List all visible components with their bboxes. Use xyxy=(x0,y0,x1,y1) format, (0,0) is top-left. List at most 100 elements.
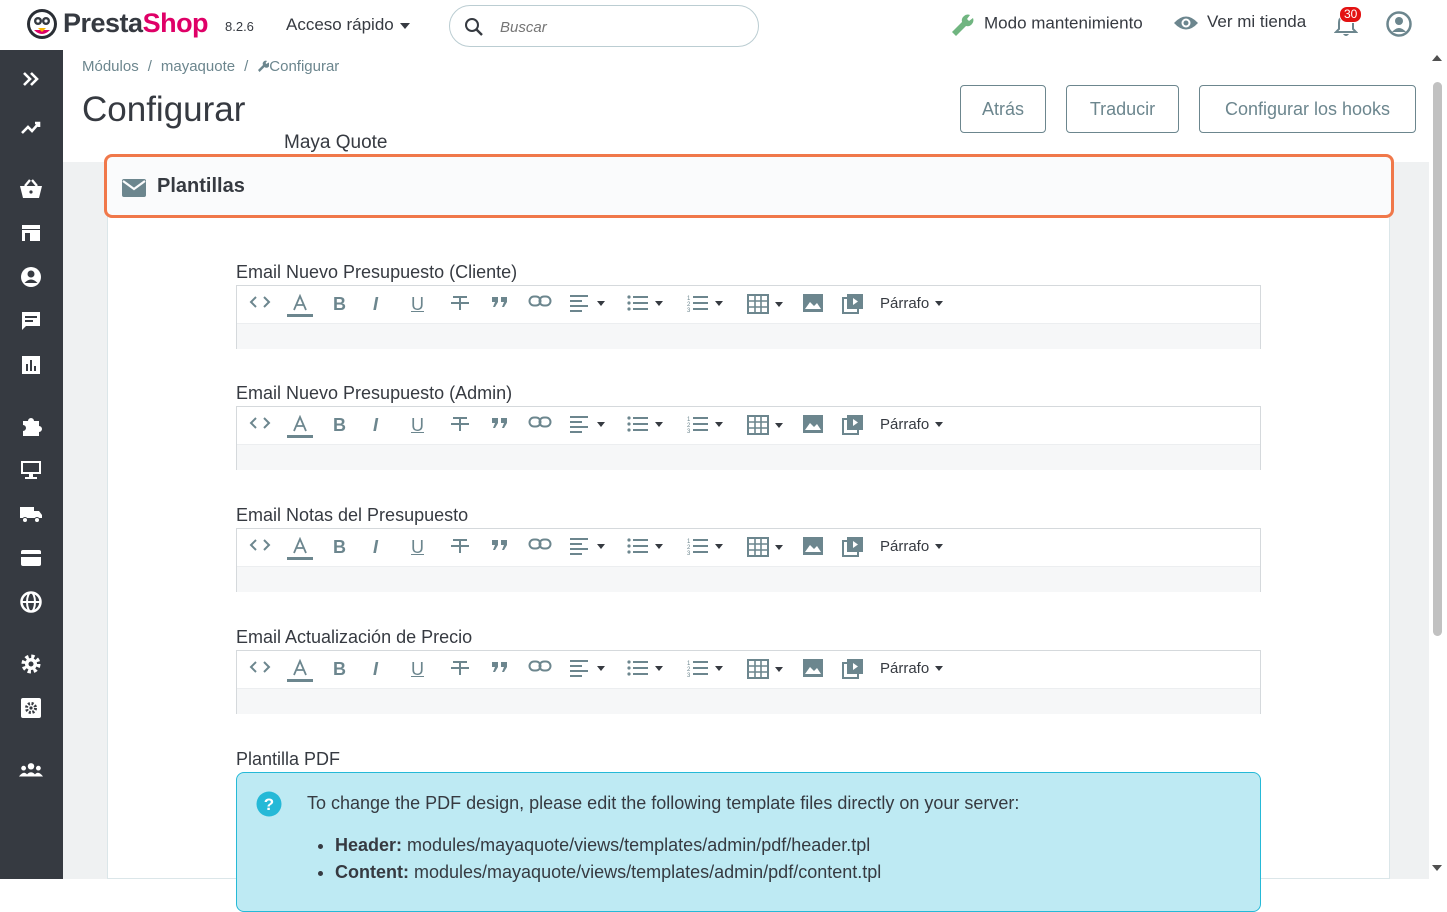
text-color-icon[interactable] xyxy=(287,294,313,318)
media-icon[interactable] xyxy=(842,415,864,435)
stats-icon[interactable] xyxy=(19,353,43,377)
align-icon[interactable] xyxy=(569,659,605,677)
settings-icon[interactable] xyxy=(19,652,43,676)
bold-icon[interactable]: B xyxy=(333,659,346,680)
brand-name[interactable]: PrestaShop xyxy=(63,8,209,39)
paragraph-dropdown[interactable]: Párrafo xyxy=(880,416,944,433)
underline-icon[interactable]: U xyxy=(411,659,424,680)
strikethrough-icon[interactable] xyxy=(449,537,471,555)
team-icon[interactable] xyxy=(19,758,43,782)
image-icon[interactable] xyxy=(803,659,823,677)
configure-hooks-button[interactable]: Configurar los hooks xyxy=(1199,85,1416,133)
back-button[interactable]: Atrás xyxy=(960,85,1046,133)
messages-icon[interactable] xyxy=(19,309,43,333)
bullet-list-icon[interactable] xyxy=(627,294,663,312)
text-color-icon[interactable] xyxy=(287,537,313,561)
catalog-icon[interactable] xyxy=(19,221,43,245)
italic-icon[interactable]: I xyxy=(373,537,378,558)
text-color-icon[interactable] xyxy=(287,659,313,683)
numbered-list-icon[interactable]: 123 xyxy=(687,659,723,677)
media-icon[interactable] xyxy=(842,659,864,679)
bold-icon[interactable]: B xyxy=(333,294,346,315)
strikethrough-icon[interactable] xyxy=(449,659,471,677)
code-view-icon[interactable] xyxy=(249,294,271,310)
blockquote-icon[interactable] xyxy=(491,659,509,673)
international-icon[interactable] xyxy=(19,590,43,614)
payment-icon[interactable] xyxy=(19,546,43,570)
bold-icon[interactable]: B xyxy=(333,415,346,436)
search-box[interactable] xyxy=(449,5,759,47)
strikethrough-icon[interactable] xyxy=(449,415,471,433)
editor-body[interactable] xyxy=(237,566,1260,592)
modules-icon[interactable] xyxy=(19,414,43,438)
blockquote-icon[interactable] xyxy=(491,415,509,429)
scroll-down-icon[interactable] xyxy=(1432,864,1442,872)
prestashop-logo-icon[interactable] xyxy=(26,8,58,40)
numbered-list-icon[interactable]: 123 xyxy=(687,294,723,312)
scrollbar-thumb[interactable] xyxy=(1433,82,1442,636)
rich-text-editor[interactable]: B I U 123 Párrafo xyxy=(236,528,1261,592)
strikethrough-icon[interactable] xyxy=(449,294,471,312)
bullet-list-icon[interactable] xyxy=(627,537,663,555)
blockquote-icon[interactable] xyxy=(491,537,509,551)
table-icon[interactable] xyxy=(747,537,783,557)
bullet-list-icon[interactable] xyxy=(627,659,663,677)
image-icon[interactable] xyxy=(803,415,823,433)
numbered-list-icon[interactable]: 123 xyxy=(687,415,723,433)
link-icon[interactable] xyxy=(528,294,552,308)
bold-icon[interactable]: B xyxy=(333,537,346,558)
link-icon[interactable] xyxy=(528,659,552,673)
underline-icon[interactable]: U xyxy=(411,415,424,436)
paragraph-dropdown[interactable]: Párrafo xyxy=(880,538,944,555)
breadcrumb-modules[interactable]: Módulos xyxy=(82,58,139,75)
search-icon[interactable] xyxy=(464,17,484,37)
link-icon[interactable] xyxy=(528,537,552,551)
design-icon[interactable] xyxy=(19,458,43,482)
rich-text-editor[interactable]: B I U 123 Párrafo xyxy=(236,285,1261,349)
link-icon[interactable] xyxy=(528,415,552,429)
expand-icon[interactable] xyxy=(19,67,43,91)
blockquote-icon[interactable] xyxy=(491,294,509,308)
paragraph-dropdown[interactable]: Párrafo xyxy=(880,295,944,312)
table-icon[interactable] xyxy=(747,415,783,435)
italic-icon[interactable]: I xyxy=(373,294,378,315)
table-icon[interactable] xyxy=(747,294,783,314)
rich-text-editor[interactable]: B I U 123 Párrafo xyxy=(236,650,1261,714)
scroll-up-icon[interactable] xyxy=(1432,54,1442,62)
search-input[interactable] xyxy=(498,14,742,40)
advanced-settings-icon[interactable] xyxy=(19,696,43,720)
code-view-icon[interactable] xyxy=(249,415,271,431)
editor-body[interactable] xyxy=(237,688,1260,714)
customers-icon[interactable] xyxy=(19,265,43,289)
numbered-list-icon[interactable]: 123 xyxy=(687,537,723,555)
orders-icon[interactable] xyxy=(19,177,43,201)
media-icon[interactable] xyxy=(842,537,864,557)
editor-body[interactable] xyxy=(237,444,1260,470)
media-icon[interactable] xyxy=(842,294,864,314)
rich-text-editor[interactable]: B I U 123 Párrafo xyxy=(236,406,1261,470)
shipping-icon[interactable] xyxy=(19,502,43,526)
breadcrumb-module[interactable]: mayaquote xyxy=(161,58,235,75)
bullet-list-icon[interactable] xyxy=(627,415,663,433)
align-icon[interactable] xyxy=(569,294,605,312)
italic-icon[interactable]: I xyxy=(373,415,378,436)
table-icon[interactable] xyxy=(747,659,783,679)
paragraph-dropdown[interactable]: Párrafo xyxy=(880,660,944,677)
code-view-icon[interactable] xyxy=(249,659,271,675)
quick-access-menu[interactable]: Acceso rápido xyxy=(286,15,410,35)
image-icon[interactable] xyxy=(803,537,823,555)
underline-icon[interactable]: U xyxy=(411,294,424,315)
account-icon[interactable] xyxy=(1386,11,1412,37)
translate-button[interactable]: Traducir xyxy=(1066,85,1179,133)
align-icon[interactable] xyxy=(569,415,605,433)
underline-icon[interactable]: U xyxy=(411,537,424,558)
maintenance-link[interactable]: Modo mantenimiento xyxy=(948,12,1143,36)
italic-icon[interactable]: I xyxy=(373,659,378,680)
editor-body[interactable] xyxy=(237,323,1260,349)
code-view-icon[interactable] xyxy=(249,537,271,553)
image-icon[interactable] xyxy=(803,294,823,312)
dashboard-icon[interactable] xyxy=(19,115,43,139)
text-color-icon[interactable] xyxy=(287,415,313,439)
align-icon[interactable] xyxy=(569,537,605,555)
view-shop-link[interactable]: Ver mi tienda xyxy=(1173,12,1306,32)
